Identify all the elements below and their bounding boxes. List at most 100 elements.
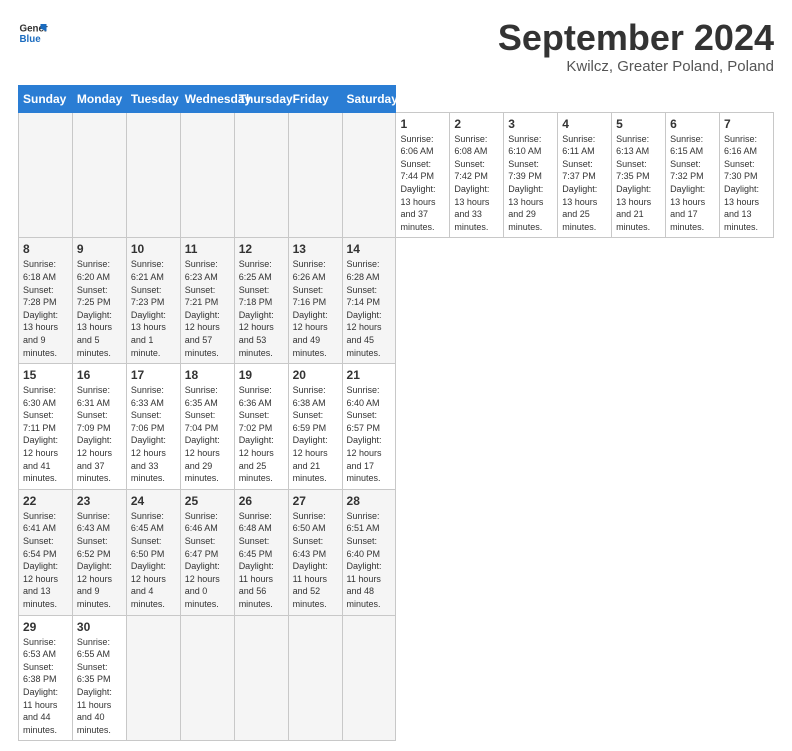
- sunset-text: Sunset: 7:18 PM: [239, 285, 273, 308]
- calendar-cell: 21 Sunrise: 6:40 AM Sunset: 6:57 PM Dayl…: [342, 364, 396, 490]
- day-number: 30: [77, 620, 122, 634]
- daylight-text: Daylight: 12 hours and 0 minutes.: [185, 561, 220, 609]
- daylight-text: Daylight: 13 hours and 13 minutes.: [724, 184, 759, 232]
- daylight-text: Daylight: 12 hours and 13 minutes.: [23, 561, 58, 609]
- sunset-text: Sunset: 6:47 PM: [185, 536, 219, 559]
- calendar-cell: [342, 112, 396, 238]
- daylight-text: Daylight: 12 hours and 25 minutes.: [239, 435, 274, 483]
- day-number: 25: [185, 494, 230, 508]
- sunset-text: Sunset: 7:16 PM: [293, 285, 327, 308]
- calendar-cell: [234, 112, 288, 238]
- day-number: 1: [400, 117, 445, 131]
- daylight-text: Daylight: 12 hours and 57 minutes.: [185, 310, 220, 358]
- sunset-text: Sunset: 7:04 PM: [185, 410, 219, 433]
- col-sunday: Sunday: [19, 85, 73, 112]
- sunrise-text: Sunrise: 6:18 AM: [23, 259, 56, 282]
- calendar-cell: [180, 112, 234, 238]
- calendar-cell: 1 Sunrise: 6:06 AM Sunset: 7:44 PM Dayli…: [396, 112, 450, 238]
- calendar-cell: [234, 615, 288, 741]
- daylight-text: Daylight: 13 hours and 17 minutes.: [670, 184, 705, 232]
- calendar-cell: 25 Sunrise: 6:46 AM Sunset: 6:47 PM Dayl…: [180, 489, 234, 615]
- sunset-text: Sunset: 7:37 PM: [562, 159, 596, 182]
- title-area: September 2024 Kwilcz, Greater Poland, P…: [498, 18, 774, 75]
- calendar-page: General Blue September 2024 Kwilcz, Grea…: [0, 0, 792, 751]
- sunset-text: Sunset: 7:25 PM: [77, 285, 111, 308]
- calendar-cell: 9 Sunrise: 6:20 AM Sunset: 7:25 PM Dayli…: [72, 238, 126, 364]
- sunrise-text: Sunrise: 6:35 AM: [185, 385, 218, 408]
- daylight-text: Daylight: 12 hours and 21 minutes.: [293, 435, 328, 483]
- calendar-cell: 10 Sunrise: 6:21 AM Sunset: 7:23 PM Dayl…: [126, 238, 180, 364]
- day-number: 24: [131, 494, 176, 508]
- daylight-text: Daylight: 11 hours and 56 minutes.: [239, 561, 274, 609]
- sunset-text: Sunset: 7:30 PM: [724, 159, 758, 182]
- daylight-text: Daylight: 12 hours and 49 minutes.: [293, 310, 328, 358]
- day-number: 7: [724, 117, 769, 131]
- sunset-text: Sunset: 6:54 PM: [23, 536, 57, 559]
- day-info: Sunrise: 6:33 AM Sunset: 7:06 PM Dayligh…: [131, 384, 176, 485]
- week-row-5: 29 Sunrise: 6:53 AM Sunset: 6:38 PM Dayl…: [19, 615, 774, 741]
- day-info: Sunrise: 6:38 AM Sunset: 6:59 PM Dayligh…: [293, 384, 338, 485]
- sunrise-text: Sunrise: 6:36 AM: [239, 385, 272, 408]
- calendar-cell: 19 Sunrise: 6:36 AM Sunset: 7:02 PM Dayl…: [234, 364, 288, 490]
- day-number: 19: [239, 368, 284, 382]
- daylight-text: Daylight: 13 hours and 29 minutes.: [508, 184, 543, 232]
- sunset-text: Sunset: 7:14 PM: [347, 285, 381, 308]
- day-number: 4: [562, 117, 607, 131]
- sunset-text: Sunset: 7:02 PM: [239, 410, 273, 433]
- sunset-text: Sunset: 6:40 PM: [347, 536, 381, 559]
- col-friday: Friday: [288, 85, 342, 112]
- sunrise-text: Sunrise: 6:16 AM: [724, 134, 757, 157]
- sunrise-text: Sunrise: 6:50 AM: [293, 511, 326, 534]
- col-saturday: Saturday: [342, 85, 396, 112]
- calendar-cell: 18 Sunrise: 6:35 AM Sunset: 7:04 PM Dayl…: [180, 364, 234, 490]
- daylight-text: Daylight: 12 hours and 17 minutes.: [347, 435, 382, 483]
- day-info: Sunrise: 6:10 AM Sunset: 7:39 PM Dayligh…: [508, 133, 553, 234]
- day-number: 3: [508, 117, 553, 131]
- day-info: Sunrise: 6:25 AM Sunset: 7:18 PM Dayligh…: [239, 258, 284, 359]
- day-number: 20: [293, 368, 338, 382]
- daylight-text: Daylight: 11 hours and 52 minutes.: [293, 561, 328, 609]
- calendar-cell: [288, 112, 342, 238]
- calendar-cell: 17 Sunrise: 6:33 AM Sunset: 7:06 PM Dayl…: [126, 364, 180, 490]
- sunset-text: Sunset: 7:09 PM: [77, 410, 111, 433]
- sunset-text: Sunset: 7:39 PM: [508, 159, 542, 182]
- day-number: 23: [77, 494, 122, 508]
- calendar-cell: 4 Sunrise: 6:11 AM Sunset: 7:37 PM Dayli…: [558, 112, 612, 238]
- sunrise-text: Sunrise: 6:08 AM: [454, 134, 487, 157]
- day-number: 8: [23, 242, 68, 256]
- sunset-text: Sunset: 7:28 PM: [23, 285, 57, 308]
- day-info: Sunrise: 6:13 AM Sunset: 7:35 PM Dayligh…: [616, 133, 661, 234]
- day-number: 5: [616, 117, 661, 131]
- sunrise-text: Sunrise: 6:43 AM: [77, 511, 110, 534]
- sunset-text: Sunset: 7:35 PM: [616, 159, 650, 182]
- daylight-text: Daylight: 12 hours and 29 minutes.: [185, 435, 220, 483]
- daylight-text: Daylight: 13 hours and 5 minutes.: [77, 310, 112, 358]
- daylight-text: Daylight: 13 hours and 9 minutes.: [23, 310, 58, 358]
- day-info: Sunrise: 6:11 AM Sunset: 7:37 PM Dayligh…: [562, 133, 607, 234]
- daylight-text: Daylight: 11 hours and 44 minutes.: [23, 687, 58, 735]
- calendar-cell: 14 Sunrise: 6:28 AM Sunset: 7:14 PM Dayl…: [342, 238, 396, 364]
- day-number: 18: [185, 368, 230, 382]
- calendar-cell: 7 Sunrise: 6:16 AM Sunset: 7:30 PM Dayli…: [719, 112, 773, 238]
- sunrise-text: Sunrise: 6:41 AM: [23, 511, 56, 534]
- sunset-text: Sunset: 7:23 PM: [131, 285, 165, 308]
- sunrise-text: Sunrise: 6:40 AM: [347, 385, 380, 408]
- day-info: Sunrise: 6:08 AM Sunset: 7:42 PM Dayligh…: [454, 133, 499, 234]
- calendar-cell: 3 Sunrise: 6:10 AM Sunset: 7:39 PM Dayli…: [504, 112, 558, 238]
- col-monday: Monday: [72, 85, 126, 112]
- day-info: Sunrise: 6:06 AM Sunset: 7:44 PM Dayligh…: [400, 133, 445, 234]
- calendar-table: Sunday Monday Tuesday Wednesday Thursday…: [18, 85, 774, 742]
- calendar-cell: 12 Sunrise: 6:25 AM Sunset: 7:18 PM Dayl…: [234, 238, 288, 364]
- calendar-cell: [288, 615, 342, 741]
- calendar-cell: [19, 112, 73, 238]
- sunrise-text: Sunrise: 6:20 AM: [77, 259, 110, 282]
- day-number: 9: [77, 242, 122, 256]
- sunrise-text: Sunrise: 6:46 AM: [185, 511, 218, 534]
- sunrise-text: Sunrise: 6:11 AM: [562, 134, 595, 157]
- week-row-2: 8 Sunrise: 6:18 AM Sunset: 7:28 PM Dayli…: [19, 238, 774, 364]
- sunrise-text: Sunrise: 6:10 AM: [508, 134, 541, 157]
- calendar-cell: 8 Sunrise: 6:18 AM Sunset: 7:28 PM Dayli…: [19, 238, 73, 364]
- svg-text:Blue: Blue: [20, 34, 42, 45]
- week-row-4: 22 Sunrise: 6:41 AM Sunset: 6:54 PM Dayl…: [19, 489, 774, 615]
- sunrise-text: Sunrise: 6:51 AM: [347, 511, 380, 534]
